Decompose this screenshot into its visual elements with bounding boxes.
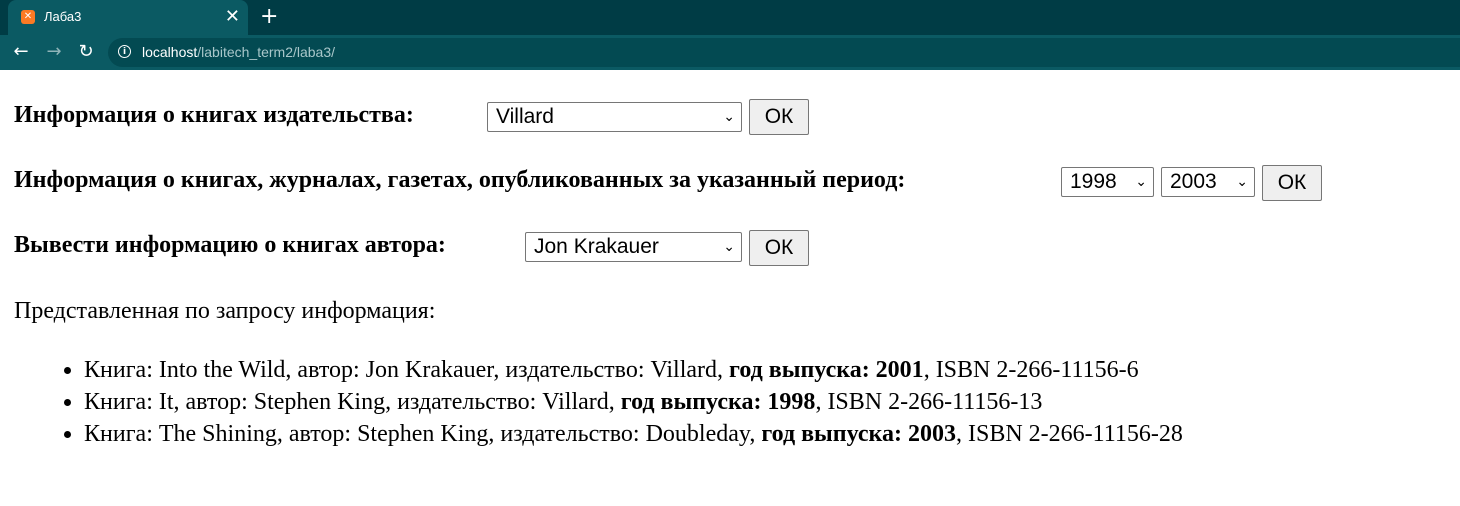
- browser-tab[interactable]: ✕ Лаба3 ✕: [8, 0, 248, 35]
- book-isbn: , ISBN 2-266-11156-28: [955, 421, 1183, 447]
- chevron-down-icon: ⌄: [723, 239, 735, 255]
- url-path: /labitech_term2/laba3/: [197, 44, 336, 60]
- period-label: Информация о книгах, журналах, газетах, …: [14, 167, 906, 193]
- info-icon[interactable]: i: [118, 45, 131, 58]
- book-year: год выпуска: 2003: [761, 421, 956, 447]
- chevron-down-icon: ⌄: [1236, 174, 1248, 190]
- new-tab-button[interactable]: +: [260, 5, 278, 29]
- book-isbn: , ISBN 2-266-11156-13: [815, 389, 1043, 415]
- book-year: год выпуска: 2001: [729, 357, 924, 383]
- tab-title: Лаба3: [44, 9, 82, 24]
- publisher-ok-button[interactable]: ОК: [749, 99, 809, 135]
- close-tab-icon[interactable]: ✕: [225, 7, 240, 27]
- publisher-select-value: Villard: [496, 105, 554, 128]
- list-item: Книга: Into the Wild, автор: Jon Krakaue…: [84, 354, 1183, 386]
- book-year: год выпуска: 1998: [620, 389, 816, 415]
- browser-chrome: ✕ Лаба3 ✕ + ← → ↻ i localhost/labitech_t…: [0, 0, 1460, 70]
- address-bar[interactable]: i localhost/labitech_term2/laba3/: [108, 38, 1460, 67]
- reload-icon[interactable]: ↻: [75, 41, 97, 63]
- url-host: localhost: [142, 44, 198, 60]
- period-ok-button[interactable]: ОК: [1262, 165, 1322, 201]
- results-list: Книга: Into the Wild, автор: Jon Krakaue…: [14, 354, 1183, 450]
- chevron-down-icon: ⌄: [723, 109, 735, 125]
- author-ok-button[interactable]: ОК: [749, 230, 809, 266]
- tab-strip: ✕ Лаба3 ✕ +: [0, 0, 1460, 35]
- year-to-value: 2003: [1170, 170, 1217, 193]
- forward-arrow-icon[interactable]: →: [43, 41, 65, 63]
- book-info: Книга: The Shining, автор: Stephen King,…: [84, 421, 762, 447]
- publisher-select[interactable]: Villard ⌄: [487, 102, 742, 132]
- author-select-value: Jon Krakauer: [534, 235, 659, 258]
- chevron-down-icon: ⌄: [1135, 174, 1147, 190]
- book-isbn: , ISBN 2-266-11156-6: [923, 357, 1139, 383]
- results-heading: Представленная по запросу информация:: [14, 298, 436, 324]
- back-arrow-icon[interactable]: ←: [10, 41, 32, 63]
- list-item: Книга: The Shining, автор: Stephen King,…: [84, 418, 1183, 450]
- book-info: Книга: It, автор: Stephen King, издатель…: [84, 389, 621, 415]
- year-from-value: 1998: [1070, 170, 1117, 193]
- year-from-select[interactable]: 1998 ⌄: [1061, 167, 1154, 197]
- xampp-icon: ✕: [21, 10, 35, 24]
- year-to-select[interactable]: 2003 ⌄: [1161, 167, 1255, 197]
- publisher-label: Информация о книгах издательства:: [14, 102, 414, 128]
- author-label: Вывести информацию о книгах автора:: [14, 232, 446, 258]
- author-select[interactable]: Jon Krakauer ⌄: [525, 232, 742, 262]
- book-info: Книга: Into the Wild, автор: Jon Krakaue…: [84, 357, 730, 383]
- browser-toolbar: ← → ↻ i localhost/labitech_term2/laba3/: [0, 35, 1460, 70]
- list-item: Книга: It, автор: Stephen King, издатель…: [84, 386, 1183, 418]
- url-text: localhost/labitech_term2/laba3/: [142, 44, 335, 60]
